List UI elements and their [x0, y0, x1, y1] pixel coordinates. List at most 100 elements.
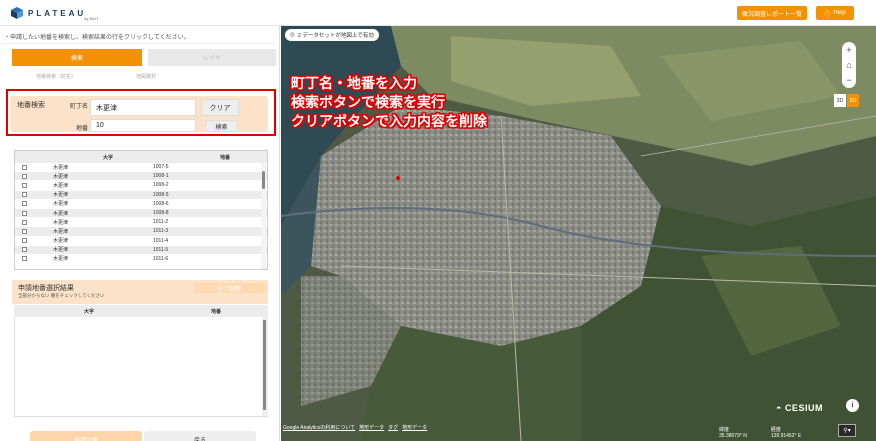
row-checkbox[interactable] [21, 247, 27, 253]
table-row[interactable]: 木更津 1011-4 [15, 237, 267, 246]
instruction-text: ・申請したい地番を検索し、検索結果の行をクリックしてください。 [2, 30, 276, 44]
table-row[interactable]: 木更津 1008-1 [15, 172, 267, 182]
radio-map-select[interactable]: 地図選択 [136, 73, 156, 80]
table-row[interactable]: 木更津 1008-8 [15, 208, 267, 219]
row-lot: 1008-6 [153, 200, 169, 207]
table-row[interactable]: 木更津 1008-5 [15, 190, 267, 200]
row-lot: 1011-4 [153, 237, 169, 244]
location-pin-button[interactable]: ⚲▾ [838, 424, 856, 437]
row-checkbox-cell [15, 210, 33, 216]
home-icon[interactable]: ⌂ [846, 60, 851, 70]
selection-table-body [14, 317, 268, 417]
report-list-button[interactable]: 概況調査レポート一覧 [737, 6, 807, 20]
row-aza: 木更津 [53, 219, 69, 226]
row-checkbox-cell [15, 256, 33, 262]
table-row[interactable]: 木更津 1007-5 [15, 163, 267, 173]
zoom-in-icon[interactable]: + [846, 45, 851, 55]
footer-link-tag[interactable]: タグ [388, 424, 398, 431]
row-aza: 木更津 [53, 210, 69, 217]
annotation-line-2: 検索ボタンで検索を実行 [291, 94, 445, 110]
logo-text: PLATEAU [28, 8, 87, 18]
sel-col-header-lot: 地番 [210, 308, 221, 315]
selection-table-header: 大字 地番 [14, 305, 268, 317]
tab-search[interactable]: 検索 [12, 49, 142, 66]
footer-link-terrain[interactable]: 地形データ [359, 424, 384, 431]
row-checkbox-cell [15, 192, 33, 198]
help-icon: ⓘ [824, 11, 831, 18]
results-table-body: 木更津 1007-5 木更津 1008-1 木更津 1008-2 木更津 1008-5 木更津 1… [15, 163, 267, 265]
row-aza: 木更津 [53, 247, 69, 254]
row-checkbox-cell [15, 164, 33, 170]
selection-subtitle: 全部分からない 番をチェックしてください [18, 293, 105, 298]
row-aza: 木更津 [53, 201, 69, 208]
footer-link-analytics[interactable]: Google Analyticsの利用について [283, 424, 355, 431]
row-checkbox-cell [15, 182, 33, 188]
row-lot: 1008-2 [153, 182, 169, 189]
row-checkbox[interactable] [21, 238, 27, 244]
mode-2d-button[interactable]: 2D [847, 94, 859, 107]
zoom-control: + ⌂ − [842, 42, 856, 88]
row-lot: 1011-5 [153, 246, 169, 253]
search-mode-radios: 地番検索（町名） 地図選択 [36, 73, 156, 80]
plateau-logo-icon [11, 7, 23, 19]
table-row[interactable]: 木更津 1008-2 [15, 181, 267, 191]
dataset-status-text: 2 データセットが地図上で有効 [297, 33, 374, 39]
row-checkbox[interactable] [21, 219, 27, 225]
app-header: PLATEAU by MLIT 概況調査レポート一覧 ⓘ Help [0, 0, 876, 26]
results-scroll-thumb[interactable] [262, 171, 265, 189]
coordinate-readout: 緯度 35.38079° N 経度 139.91452° E [719, 427, 802, 439]
map-viewer[interactable]: ◎ 2 データセットが地図上で有効 町丁名・地番を入力 検索ボタンで検索を実行 … [281, 26, 876, 441]
row-checkbox[interactable] [21, 164, 27, 170]
delete-all-button[interactable]: 全て削除 [193, 283, 265, 293]
selection-scrollbar[interactable] [262, 316, 268, 416]
row-checkbox[interactable] [21, 182, 27, 188]
info-icon[interactable]: i [846, 399, 859, 412]
row-checkbox[interactable] [21, 192, 27, 198]
row-checkbox[interactable] [21, 256, 27, 262]
selection-header: 申請地番選択結果 全部分からない 番をチェックしてください 全て削除 [12, 280, 268, 304]
row-lot: 1011-6 [153, 255, 169, 262]
latitude-value: 35.38079° N [719, 432, 747, 439]
selection-scroll-thumb[interactable] [263, 320, 266, 410]
help-button-label: Help [833, 10, 846, 16]
row-aza: 木更津 [53, 192, 69, 199]
row-checkbox[interactable] [21, 173, 27, 179]
table-row[interactable]: 木更津 1011-3 [15, 227, 267, 237]
layers-icon: ◎ [290, 32, 295, 38]
mode-3d-button[interactable]: 3D [834, 94, 846, 107]
row-checkbox-cell [15, 228, 33, 234]
plateau-logo[interactable]: PLATEAU by MLIT [10, 5, 99, 21]
location-pin-icon: ⚲▾ [843, 428, 851, 434]
row-checkbox-cell [15, 173, 33, 179]
results-scrollbar[interactable] [261, 163, 266, 269]
apply-target-button[interactable]: 申請対象 [30, 431, 142, 441]
row-checkbox-cell [15, 247, 33, 253]
table-row[interactable]: 木更津 1011-5 [15, 245, 267, 255]
col-header-lot: 地番 [219, 154, 230, 161]
row-lot: 1008-8 [153, 210, 169, 217]
footer-link-terrain-2[interactable]: 地形データ [402, 424, 427, 431]
table-row[interactable]: 木更津 1011-6 [15, 255, 267, 265]
col-header-aza: 大字 [102, 154, 113, 161]
cesium-label: CESIUM [784, 403, 823, 413]
table-row[interactable]: 木更津 1008-6 [15, 200, 267, 209]
selection-title: 申請地番選択結果 [18, 285, 74, 292]
zoom-out-icon[interactable]: − [846, 75, 851, 85]
help-button[interactable]: ⓘ Help [816, 6, 854, 20]
row-checkbox[interactable] [21, 228, 27, 234]
row-checkbox[interactable] [21, 201, 27, 207]
row-lot: 1007-5 [153, 164, 169, 171]
row-checkbox-cell [15, 201, 33, 207]
longitude-value: 139.91452° E [770, 432, 802, 439]
cesium-logo[interactable]: ◓ CESIUM [776, 403, 823, 413]
tab-layer[interactable]: レイヤ [148, 49, 276, 66]
row-checkbox-cell [15, 219, 33, 225]
highlight-frame [6, 89, 276, 136]
annotation-line-1: 町丁名・地番を入力 [291, 75, 417, 91]
table-row[interactable]: 木更津 1011-2 [15, 218, 267, 228]
back-button[interactable]: 戻る [144, 431, 256, 441]
dataset-status-badge[interactable]: ◎ 2 データセットが地図上で有効 [285, 29, 379, 41]
radio-lot-search[interactable]: 地番検索（町名） [36, 73, 76, 80]
annotation-line-3: クリアボタンで入力内容を削除 [291, 113, 487, 129]
row-checkbox[interactable] [21, 210, 27, 216]
